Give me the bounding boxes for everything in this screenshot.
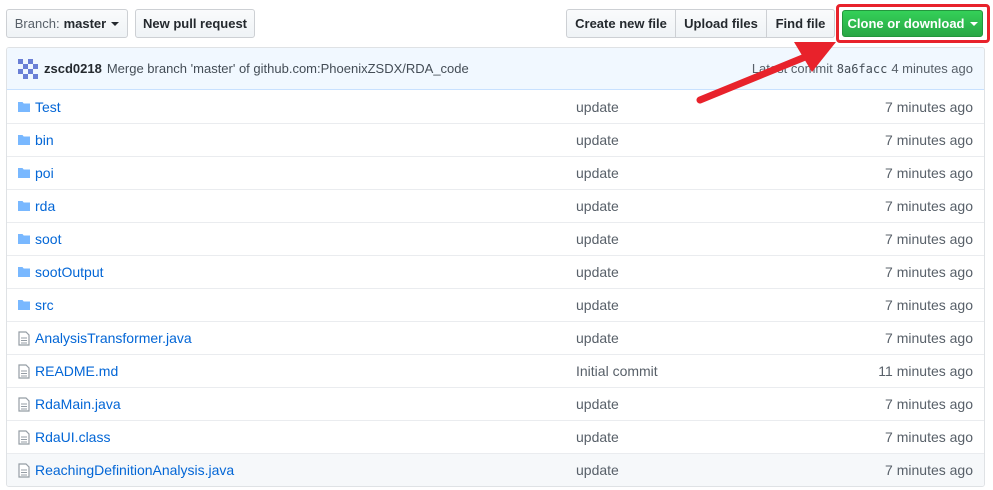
clone-or-download-label: Clone or download — [847, 16, 965, 31]
file-icon — [9, 363, 38, 379]
table-row: AnalysisTransformer.java update 7 minute… — [7, 321, 984, 354]
file-name-link[interactable]: README.md — [35, 363, 118, 379]
table-row: RdaUI.class update 7 minutes ago — [7, 420, 984, 453]
file-table: zscd0218 Merge branch 'master' of github… — [6, 47, 985, 487]
latest-commit-bar: zscd0218 Merge branch 'master' of github… — [7, 48, 984, 90]
file-icon — [9, 396, 38, 412]
commit-message[interactable]: Merge branch 'master' of github.com:Phoe… — [107, 61, 469, 76]
new-pull-request-button[interactable]: New pull request — [135, 9, 255, 38]
commit-message-link[interactable]: update — [576, 429, 619, 445]
folder-icon — [9, 101, 38, 113]
file-age: 7 minutes ago — [885, 198, 973, 214]
upload-files-button[interactable]: Upload files — [675, 9, 767, 38]
table-row: src update 7 minutes ago — [7, 288, 984, 321]
file-name-link[interactable]: poi — [35, 165, 54, 181]
file-age: 7 minutes ago — [885, 297, 973, 313]
table-row: README.md Initial commit 11 minutes ago — [7, 354, 984, 387]
chevron-down-icon — [969, 21, 978, 26]
file-icon — [9, 462, 38, 478]
commit-message-link[interactable]: update — [576, 231, 619, 247]
table-row: rda update 7 minutes ago — [7, 189, 984, 222]
file-age: 7 minutes ago — [885, 98, 973, 115]
file-name-link[interactable]: AnalysisTransformer.java — [35, 330, 192, 346]
clone-highlight-box: Clone or download — [836, 4, 990, 43]
avatar[interactable] — [18, 58, 38, 79]
commit-message-link[interactable]: update — [576, 462, 619, 478]
branch-name: master — [63, 16, 107, 31]
file-age: 7 minutes ago — [885, 264, 973, 280]
table-row: Test update 7 minutes ago — [7, 90, 984, 123]
file-age: 7 minutes ago — [885, 396, 973, 412]
upload-files-label: Upload files — [684, 16, 758, 31]
file-age: 11 minutes ago — [878, 363, 973, 379]
folder-icon — [9, 200, 38, 212]
file-name-link[interactable]: RdaMain.java — [35, 396, 121, 412]
table-row: RdaMain.java update 7 minutes ago — [7, 387, 984, 420]
file-name-link[interactable]: RdaUI.class — [35, 429, 110, 445]
file-name-link[interactable]: Test — [35, 99, 61, 115]
folder-icon — [9, 134, 38, 146]
file-age: 7 minutes ago — [885, 429, 973, 445]
chevron-down-icon — [111, 21, 120, 26]
commit-message-link[interactable]: update — [576, 99, 619, 115]
commit-author[interactable]: zscd0218 — [44, 61, 102, 76]
commit-age: 4 minutes ago — [891, 61, 973, 76]
file-age: 7 minutes ago — [885, 231, 973, 247]
branch-prefix-label: Branch: — [14, 16, 60, 31]
folder-icon — [9, 299, 38, 311]
folder-icon — [9, 167, 38, 179]
file-actions-group: Create new file Upload files Find file — [566, 9, 835, 38]
file-age: 7 minutes ago — [885, 330, 973, 346]
commit-message-link[interactable]: update — [576, 297, 619, 313]
commit-message-link[interactable]: update — [576, 264, 619, 280]
file-name-link[interactable]: soot — [35, 231, 61, 247]
file-name-link[interactable]: rda — [35, 198, 55, 214]
commit-message-link[interactable]: update — [576, 165, 619, 181]
file-age: 7 minutes ago — [885, 462, 973, 478]
branch-select-button[interactable]: Branch: master — [6, 9, 128, 38]
table-row: sootOutput update 7 minutes ago — [7, 255, 984, 288]
table-row: soot update 7 minutes ago — [7, 222, 984, 255]
find-file-label: Find file — [775, 16, 826, 31]
file-list: Test update 7 minutes ago bin update 7 m… — [7, 90, 984, 486]
table-row: ReachingDefinitionAnalysis.java update 7… — [7, 453, 984, 486]
commit-message-link[interactable]: update — [576, 396, 619, 412]
commit-message-link[interactable]: update — [576, 198, 619, 214]
file-name-link[interactable]: bin — [35, 132, 54, 148]
new-pull-request-label: New pull request — [142, 16, 248, 31]
find-file-button[interactable]: Find file — [766, 9, 835, 38]
table-row: bin update 7 minutes ago — [7, 123, 984, 156]
file-icon — [9, 429, 38, 445]
file-icon — [9, 330, 38, 346]
file-name-link[interactable]: src — [35, 297, 54, 313]
commit-message-link[interactable]: Initial commit — [576, 363, 658, 379]
folder-icon — [9, 233, 38, 245]
clone-or-download-button[interactable]: Clone or download — [842, 10, 983, 37]
folder-icon — [9, 266, 38, 278]
file-name-link[interactable]: sootOutput — [35, 264, 104, 280]
file-age: 7 minutes ago — [885, 132, 973, 148]
commit-message-link[interactable]: update — [576, 132, 619, 148]
latest-commit-label: Latest commit — [751, 61, 833, 76]
file-age: 7 minutes ago — [885, 165, 973, 181]
commit-sha[interactable]: 8a6facc — [837, 62, 888, 76]
create-new-file-button[interactable]: Create new file — [566, 9, 676, 38]
latest-commit-info: Latest commit 8a6facc 4 minutes ago — [752, 61, 973, 76]
file-name-link[interactable]: ReachingDefinitionAnalysis.java — [35, 462, 234, 478]
commit-message-link[interactable]: update — [576, 330, 619, 346]
table-row: poi update 7 minutes ago — [7, 156, 984, 189]
create-new-file-label: Create new file — [575, 16, 667, 31]
